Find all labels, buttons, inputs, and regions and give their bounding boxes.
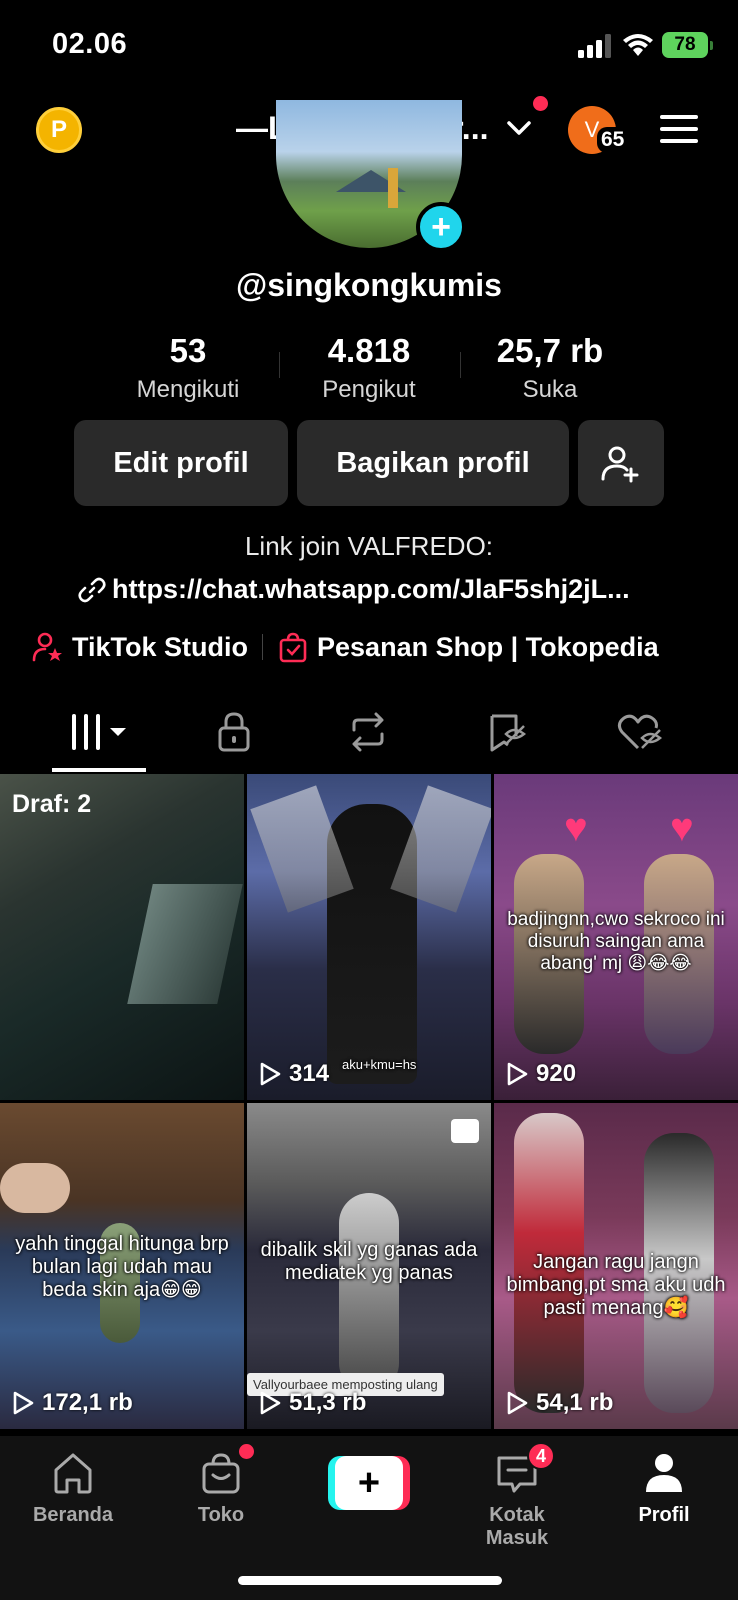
video-tile[interactable]: dibalik skil yg ganas ada mediatek yg pa…: [247, 1103, 491, 1429]
view-count: 314: [259, 1060, 329, 1088]
video-caption: badjingnn,cwo sekroco ini disuruh sainga…: [507, 909, 725, 974]
lock-icon[interactable]: [212, 710, 256, 754]
inbox-badge: 4: [527, 1442, 555, 1470]
link-icon: [78, 577, 106, 602]
shop-bag-icon: [279, 632, 307, 663]
studio-person-star-icon: [32, 632, 62, 662]
liked-icon[interactable]: [616, 710, 664, 754]
tools-separator: [262, 634, 264, 660]
menu-icon[interactable]: [660, 114, 698, 144]
share-profile-button[interactable]: Bagikan profil: [297, 420, 569, 506]
home-indicator: [238, 1576, 502, 1585]
nav-profile[interactable]: Profil: [604, 1450, 724, 1527]
tile-wing: [250, 785, 354, 913]
view-count: 172,1 rb: [12, 1389, 133, 1417]
create-button[interactable]: +: [328, 1456, 410, 1510]
videos-grid-icon[interactable]: [68, 710, 132, 754]
view-count: 51,3 rb: [259, 1389, 366, 1417]
status-bar: 02.06 78: [0, 0, 738, 90]
view-count-text: 920: [536, 1060, 577, 1087]
bio-link[interactable]: https://chat.whatsapp.com/JlaF5shj2jL...: [78, 574, 630, 605]
video-caption: aku+kmu=hs: [342, 1057, 417, 1072]
view-count: 920: [506, 1060, 576, 1088]
nav-inbox[interactable]: Kotak Masuk 4: [457, 1442, 577, 1550]
nav-label: Profil: [638, 1504, 690, 1526]
battery-level: 78: [674, 34, 696, 55]
active-tab-underline: [52, 768, 146, 772]
tile-figure: [339, 1193, 399, 1393]
favorites-icon[interactable]: [484, 710, 528, 754]
stat-followers[interactable]: 4.818 Pengikut: [279, 332, 459, 404]
view-count-text: 172,1 rb: [42, 1389, 133, 1416]
view-count-text: 314: [289, 1060, 330, 1087]
view-count-text: 54,1 rb: [536, 1389, 614, 1416]
view-count: 54,1 rb: [506, 1389, 613, 1417]
notification-dot: [533, 96, 548, 111]
nav-shop[interactable]: Toko: [161, 1444, 281, 1527]
profile-icon: [646, 1454, 682, 1492]
cellular-signal-icon: [578, 34, 611, 58]
video-tile[interactable]: yahh tinggal hitunga brp bulan lagi udah…: [0, 1103, 244, 1429]
tile-figure: [327, 804, 417, 1084]
draft-count: Draf: 2: [12, 790, 92, 818]
wifi-icon: [623, 34, 653, 56]
broken-heart-icon: ♥: [564, 806, 588, 850]
avatar-count-badge: 65: [597, 127, 629, 153]
creator-tools-row: TikTok Studio Pesanan Shop | Tokopedia: [32, 631, 659, 663]
bio-text: Link join VALFREDO:: [244, 531, 494, 561]
video-caption: Jangan ragu jangn bimbang,pt sma aku udh…: [506, 1251, 726, 1319]
coin-letter: P: [50, 116, 67, 143]
video-grid: Draf: 2 aku+kmu=hs 314 ♥ ♥ badjingnn,cwo…: [0, 774, 738, 1429]
add-photo-button[interactable]: +: [416, 202, 466, 252]
nav-label: Kotak Masuk: [485, 1504, 549, 1549]
add-friend-button[interactable]: [578, 420, 664, 506]
tile-wing: [390, 785, 491, 913]
tile-blur-shape: [127, 884, 243, 1004]
video-caption: dibalik skil yg ganas ada mediatek yg pa…: [260, 1239, 478, 1284]
photo-icon: [451, 1119, 479, 1143]
shop-badge-dot: [239, 1444, 254, 1459]
stat-following[interactable]: 53 Mengikuti: [98, 332, 278, 404]
stat-label: Mengikuti: [136, 376, 240, 403]
plus-icon: +: [335, 1456, 403, 1510]
stat-label: Suka: [522, 376, 578, 403]
nav-home[interactable]: Beranda: [13, 1450, 133, 1527]
avatar-pole: [388, 168, 398, 208]
stat-label: Pengikut: [322, 376, 416, 403]
play-icon: [507, 1062, 528, 1086]
video-tile[interactable]: aku+kmu=hs 314: [247, 774, 491, 1100]
draft-tile[interactable]: Draf: 2: [0, 774, 244, 1100]
bio-link-text: https://chat.whatsapp.com/JlaF5shj2jL...: [112, 574, 630, 604]
coin-icon[interactable]: P: [36, 107, 82, 153]
stat-value: 53: [169, 332, 207, 369]
tiktok-studio-link[interactable]: TikTok Studio: [72, 632, 248, 663]
stat-value: 25,7 rb: [496, 332, 604, 369]
play-icon: [260, 1391, 281, 1415]
shop-icon: [202, 1453, 240, 1494]
play-icon: [260, 1062, 281, 1086]
stat-likes[interactable]: 25,7 rb Suka: [460, 332, 640, 404]
home-icon: [54, 1453, 92, 1494]
play-icon: [13, 1391, 34, 1415]
chevron-down-icon[interactable]: [506, 117, 532, 139]
broken-heart-icon: ♥: [670, 806, 694, 850]
shop-orders-link[interactable]: Pesanan Shop | Tokopedia: [317, 632, 659, 663]
edit-profile-button[interactable]: Edit profil: [74, 420, 288, 506]
nav-label: Beranda: [32, 1504, 114, 1526]
add-user-icon: [601, 446, 639, 483]
stat-value: 4.818: [327, 332, 411, 369]
repost-icon[interactable]: [346, 710, 390, 754]
battery-indicator: 78: [662, 32, 713, 58]
video-tile[interactable]: ♥ ♥ badjingnn,cwo sekroco ini disuruh sa…: [494, 774, 738, 1100]
status-time: 02.06: [52, 28, 128, 60]
video-tile[interactable]: Jangan ragu jangn bimbang,pt sma aku udh…: [494, 1103, 738, 1429]
video-caption: yahh tinggal hitunga brp bulan lagi udah…: [15, 1233, 229, 1301]
view-count-text: 51,3 rb: [289, 1389, 367, 1416]
play-icon: [507, 1391, 528, 1415]
username: @singkongkumis: [236, 267, 502, 303]
tile-finger: [0, 1163, 70, 1213]
nav-label: Toko: [197, 1504, 245, 1526]
